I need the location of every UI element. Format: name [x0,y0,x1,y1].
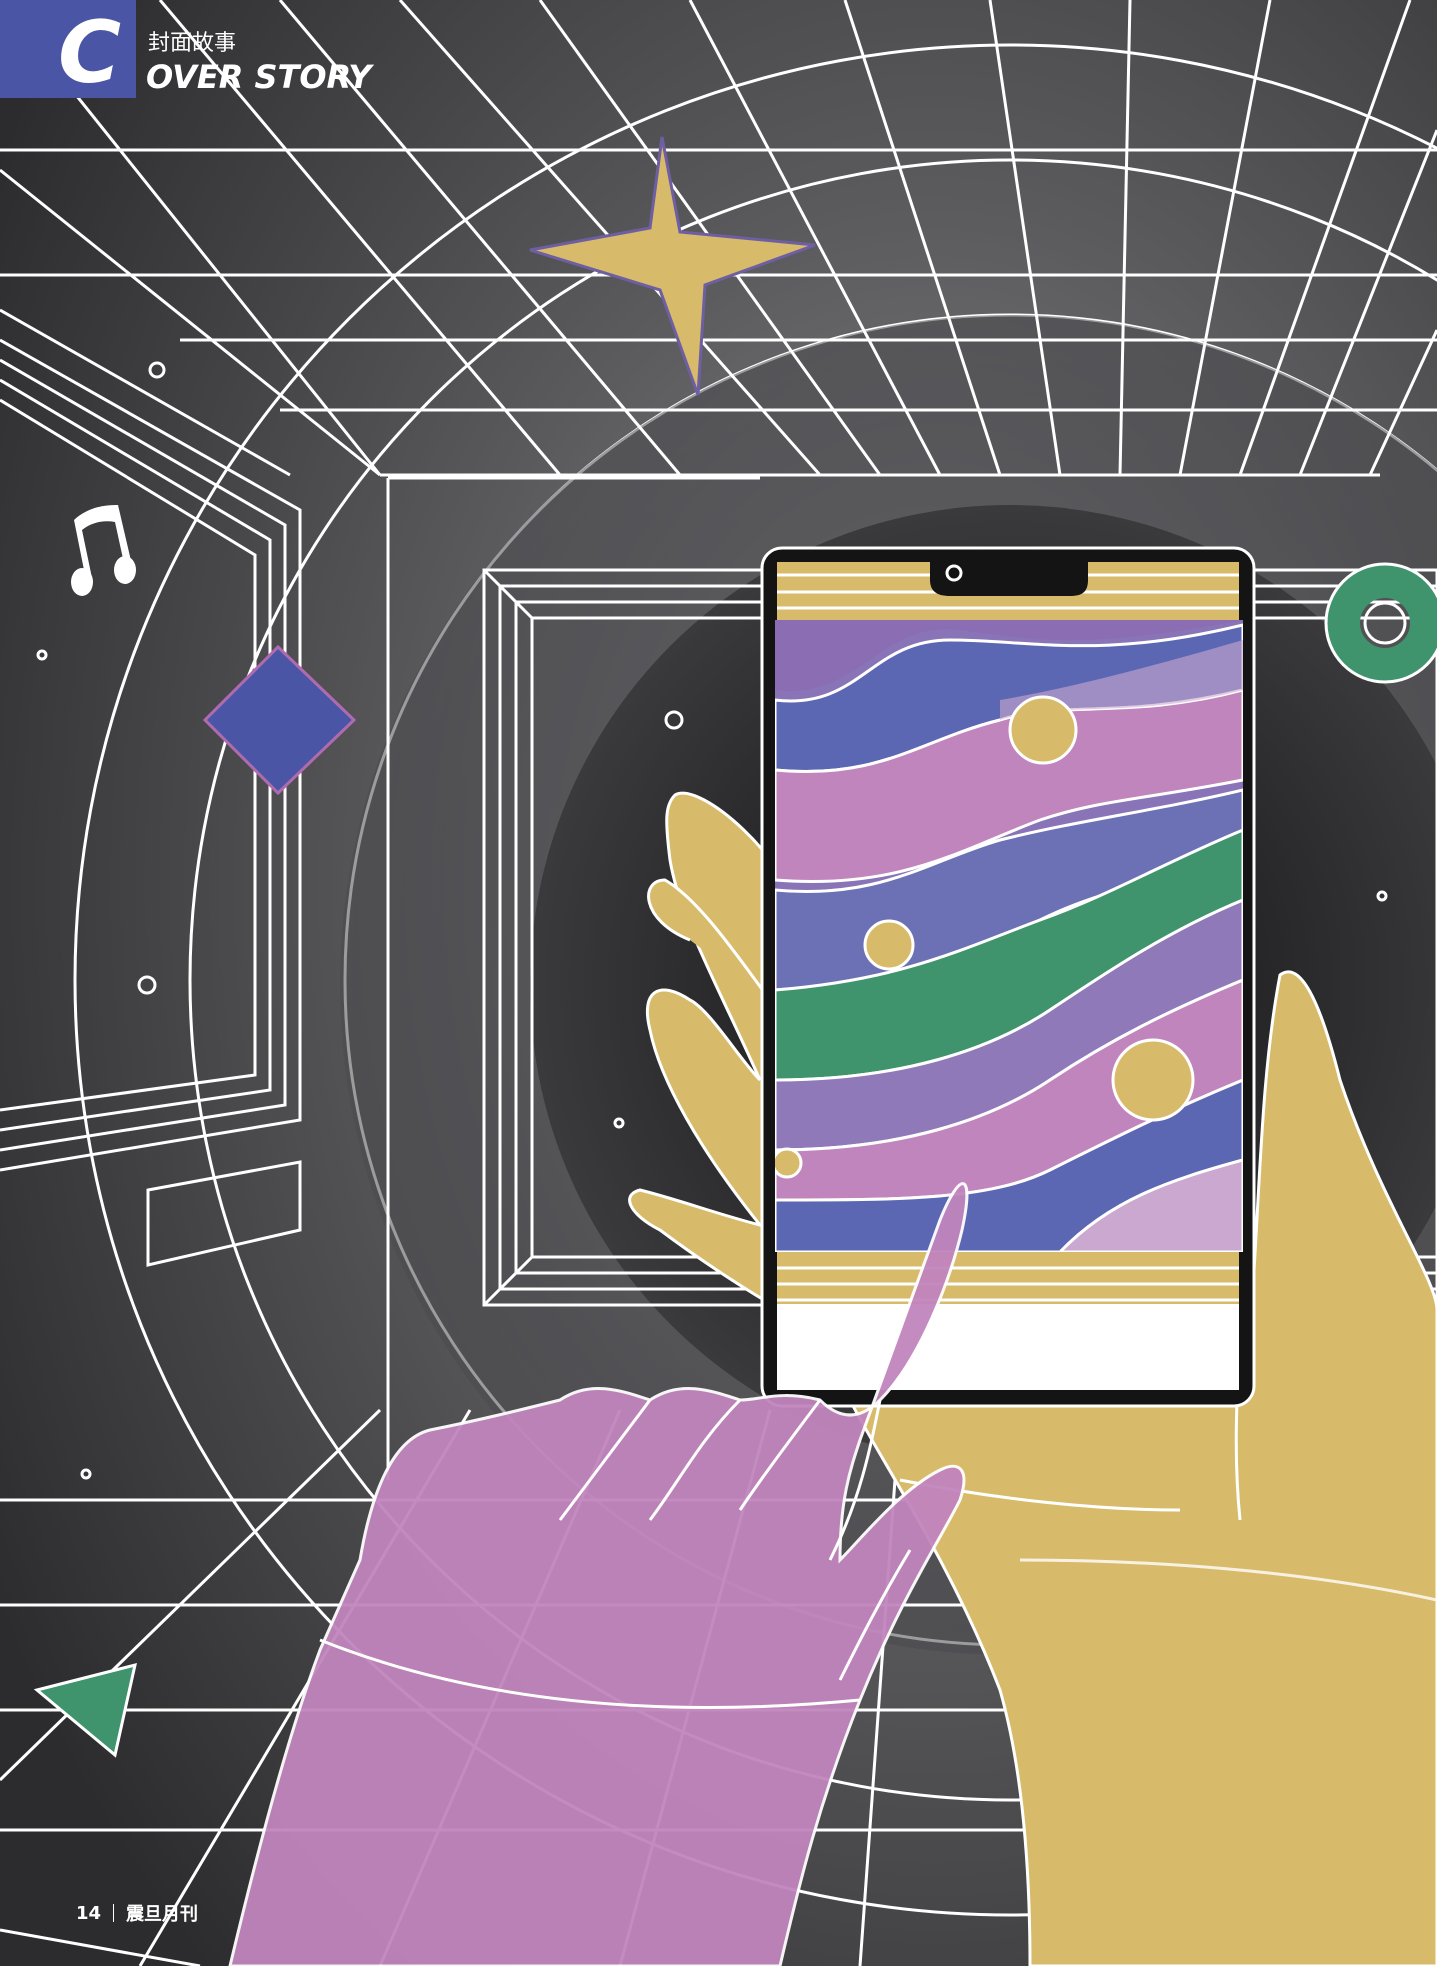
publication-name: 震旦月刊 [126,1904,199,1925]
section-letter: C [58,3,122,103]
smartphone [760,546,1256,1408]
section-title-en: OVER STORY [146,58,372,96]
cover-illustration [0,0,1437,1966]
screen-waves [775,620,1243,1252]
page-footer: 14 震旦月刊 [76,1900,198,1926]
page-number: 14 [76,1902,102,1924]
folio-divider [113,1904,115,1922]
magazine-page: C 封面故事 OVER STORY 14 震旦月刊 [0,0,1437,1966]
section-title-cn: 封面故事 [148,31,237,56]
